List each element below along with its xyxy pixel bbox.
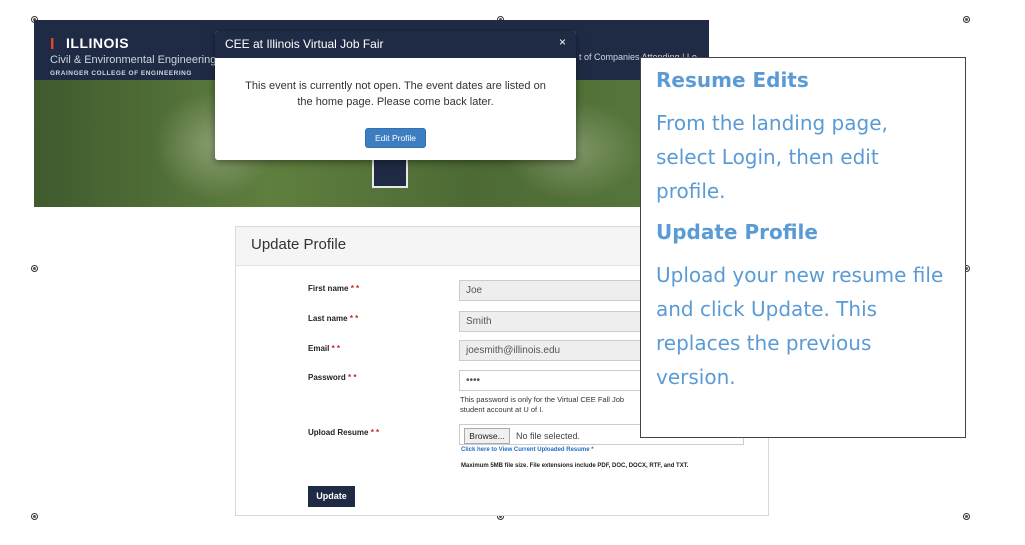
resize-handle-middle-left[interactable] bbox=[31, 265, 38, 272]
resize-handle-bottom-left[interactable] bbox=[31, 513, 38, 520]
file-size-note: Maximum 5MB file size. File extensions i… bbox=[461, 463, 689, 469]
view-resume-link[interactable]: Click here to View Current Uploaded Resu… bbox=[461, 447, 594, 453]
event-closed-modal: CEE at Illinois Virtual Job Fair × This … bbox=[215, 31, 576, 160]
resize-handle-bottom-right[interactable] bbox=[963, 513, 970, 520]
instruction-callout[interactable]: Resume Edits From the landing page, sele… bbox=[640, 57, 966, 438]
illinois-block-i-icon: I bbox=[50, 36, 55, 53]
callout-paragraph-upload: Upload your new resume file and click Up… bbox=[656, 263, 944, 389]
last-name-label: Last name * * bbox=[308, 314, 359, 323]
edit-profile-button[interactable]: Edit Profile bbox=[365, 128, 426, 148]
logo-title[interactable]: ILLINOIS bbox=[66, 35, 129, 51]
password-label: Password * * bbox=[308, 373, 357, 382]
browse-button[interactable]: Browse... bbox=[464, 428, 510, 444]
callout-paragraph-landing: From the landing page, select Login, the… bbox=[656, 111, 888, 203]
password-hint-line-1: This password is only for the Virtual CE… bbox=[460, 395, 625, 404]
email-label: Email * * bbox=[308, 344, 341, 353]
modal-title: CEE at Illinois Virtual Job Fair bbox=[225, 37, 384, 51]
upload-resume-label: Upload Resume * * bbox=[308, 428, 380, 437]
password-hint-line-2: student account at U of I. bbox=[460, 405, 544, 414]
modal-message-line-2: the home page. Please come back later. bbox=[297, 96, 494, 108]
modal-message: This event is currently not open. The ev… bbox=[215, 58, 576, 110]
callout-heading-update-profile: Update Profile bbox=[656, 220, 818, 244]
modal-header: CEE at Illinois Virtual Job Fair × bbox=[215, 31, 576, 58]
update-button[interactable]: Update bbox=[308, 486, 355, 507]
first-name-label: First name * * bbox=[308, 284, 360, 293]
resize-handle-top-right[interactable] bbox=[963, 16, 970, 23]
close-icon[interactable]: × bbox=[559, 35, 566, 49]
file-status-text: No file selected. bbox=[516, 431, 581, 441]
callout-heading-resume-edits: Resume Edits bbox=[656, 68, 809, 92]
department-name: Civil & Environmental Engineering bbox=[50, 54, 217, 66]
college-name: GRAINGER COLLEGE OF ENGINEERING bbox=[50, 70, 192, 77]
modal-message-line-1: This event is currently not open. The ev… bbox=[245, 80, 546, 92]
page-title: Update Profile bbox=[251, 236, 347, 253]
